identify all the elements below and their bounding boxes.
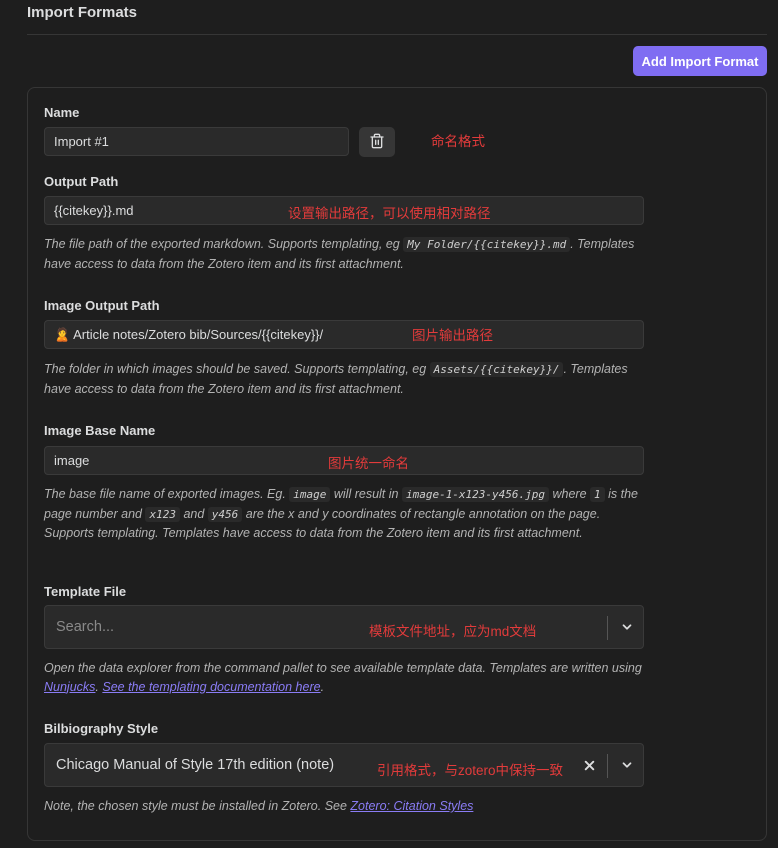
desc-text: Open the data explorer from the command … <box>44 661 642 675</box>
template-file-select[interactable]: Search... <box>44 605 644 649</box>
desc-text: will result in <box>330 487 402 501</box>
code-snippet: Assets/{{citekey}}/ <box>429 362 564 377</box>
name-annotation: 命名格式 <box>431 134 485 149</box>
code-snippet: image <box>289 487 331 502</box>
code-snippet: My Folder/{{citekey}}.md <box>403 237 571 252</box>
desc-text: . <box>320 679 325 694</box>
nunjucks-link[interactable]: Nunjucks <box>44 680 95 694</box>
section-divider <box>27 34 767 35</box>
image-output-path-annotation: 图片输出路径 <box>412 328 493 343</box>
add-import-format-button[interactable]: Add Import Format <box>633 46 767 76</box>
templating-docs-link[interactable]: See the templating documentation here <box>102 680 320 694</box>
desc-text: where <box>549 487 591 501</box>
template-file-annotation: 模板文件地址，应为md文档 <box>369 624 537 639</box>
bibliography-style-value: Chicago Manual of Style 17th edition (no… <box>56 757 335 773</box>
code-snippet: x123 <box>145 506 180 522</box>
desc-text: The base file name of exported images. E… <box>44 487 290 501</box>
code-snippet: image-1-x123-y456.jpg <box>401 487 550 502</box>
close-icon[interactable] <box>579 755 599 775</box>
chevron-down-icon[interactable] <box>617 755 637 775</box>
name-label: Name <box>44 105 80 120</box>
image-output-path-label: Image Output Path <box>44 298 160 313</box>
select-divider <box>607 616 608 640</box>
image-base-name-label: Image Base Name <box>44 423 156 438</box>
output-path-annotation: 设置输出路径，可以使用相对路径 <box>288 206 491 221</box>
desc-text: The folder in which images should be sav… <box>44 362 430 376</box>
select-divider <box>607 754 608 778</box>
trash-icon <box>369 133 385 152</box>
output-path-label: Output Path <box>44 174 119 189</box>
bibliography-style-label: Bilbiography Style <box>44 721 159 736</box>
output-path-description: The file path of the exported markdown. … <box>44 235 644 273</box>
template-file-search[interactable]: Search... <box>56 606 114 648</box>
desc-text: Note, the chosen style must be installed… <box>44 799 351 813</box>
image-base-name-description: The base file name of exported images. E… <box>44 485 644 543</box>
bibliography-style-description: Note, the chosen style must be installed… <box>44 797 644 816</box>
delete-format-button[interactable] <box>359 127 395 157</box>
name-input[interactable]: Import #1 <box>44 127 349 156</box>
bibliography-style-annotation: 引用格式，与zotero中保持一致 <box>377 763 564 778</box>
section-title: Import Formats <box>27 4 138 21</box>
image-output-path-input[interactable]: 🙎 Article notes/Zotero bib/Sources/{{cit… <box>44 320 644 349</box>
code-snippet: 1 <box>590 487 605 502</box>
code-snippet: y456 <box>207 506 243 522</box>
chevron-down-icon[interactable] <box>617 617 637 637</box>
desc-text: The file path of the exported markdown. … <box>44 237 404 251</box>
template-file-label: Template File <box>44 584 127 599</box>
template-file-description: Open the data explorer from the command … <box>44 659 644 696</box>
citation-styles-link[interactable]: Zotero: Citation Styles <box>350 799 473 813</box>
image-output-path-description: The folder in which images should be sav… <box>44 360 644 398</box>
desc-text: and <box>179 506 208 521</box>
image-base-name-annotation: 图片统一命名 <box>328 456 409 471</box>
